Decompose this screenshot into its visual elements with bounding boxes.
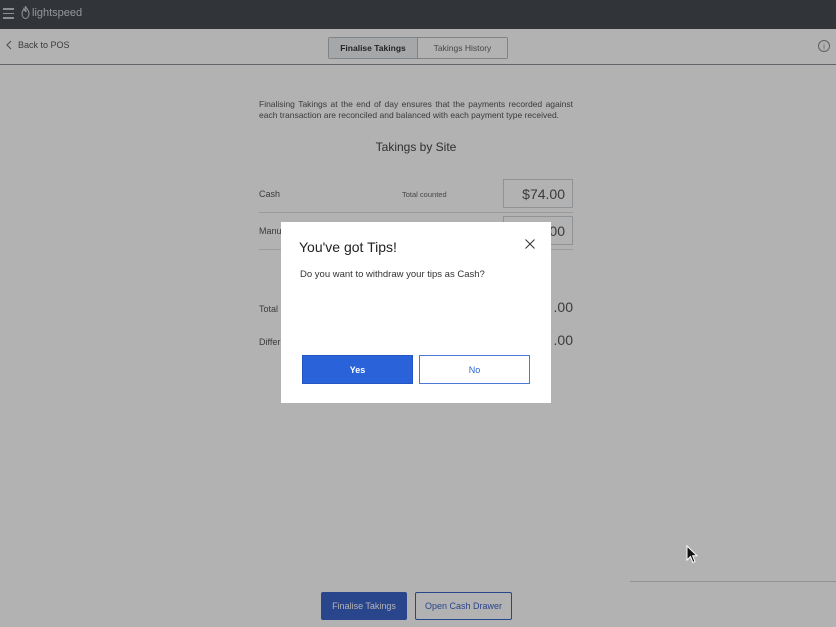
dialog-message: Do you want to withdraw your tips as Cas… bbox=[300, 269, 485, 280]
dialog-title: You've got Tips! bbox=[299, 239, 397, 255]
yes-button[interactable]: Yes bbox=[302, 355, 413, 384]
mouse-cursor-icon bbox=[686, 544, 699, 569]
tips-dialog: You've got Tips! Do you want to withdraw… bbox=[281, 222, 551, 403]
close-icon[interactable] bbox=[524, 237, 536, 249]
no-button[interactable]: No bbox=[419, 355, 530, 384]
